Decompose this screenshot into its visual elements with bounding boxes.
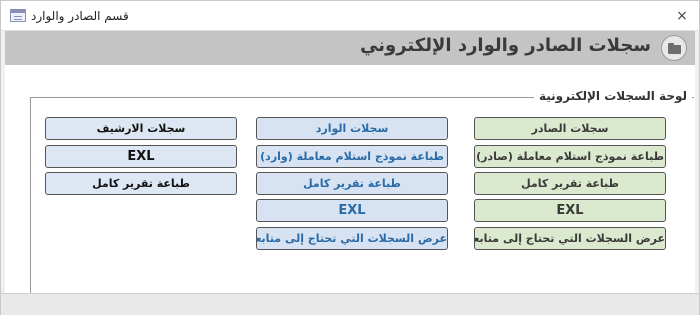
main-area: لوحة السجلات الإلكترونية سجلات الصادر طب… [5,65,695,315]
title-bar: قسم الصادر والوارد × [1,1,699,31]
archive-exl-button[interactable]: EXL [45,145,237,168]
status-bar [1,293,699,315]
header-bar: سجلات الصادر والوارد الإلكتروني [5,31,695,65]
outgoing-exl-button[interactable]: EXL [474,199,666,222]
window-title: قسم الصادر والوارد [31,9,129,23]
print-incoming-receipt-button[interactable]: طباعة نموذج استلام معاملة (وارد) [256,145,448,168]
panel-legend: لوحة السجلات الإلكترونية [534,89,692,103]
app-window: قسم الصادر والوارد × سجلات الصادر والوار… [0,0,700,315]
archive-records-button[interactable]: سجلات الارشيف [45,117,237,140]
incoming-followup-button[interactable]: عرض السجلات التي تحتاج إلى متابعة [256,227,448,250]
page-title: سجلات الصادر والوارد الإلكتروني [360,35,651,56]
outgoing-followup-button[interactable]: عرض السجلات التي تحتاج إلى متابعة [474,227,666,250]
outgoing-records-button[interactable]: سجلات الصادر [474,117,666,140]
incoming-exl-button[interactable]: EXL [256,199,448,222]
outgoing-full-report-button[interactable]: طباعة تقرير كامل [474,172,666,195]
archive-full-report-button[interactable]: طباعة تقرير كامل [45,172,237,195]
print-outgoing-receipt-button[interactable]: طباعة نموذج استلام معاملة (صادر) [474,145,666,168]
folder-icon [661,35,687,61]
incoming-records-button[interactable]: سجلات الوارد [256,117,448,140]
close-icon[interactable]: × [673,7,691,25]
form-icon [10,9,26,22]
incoming-full-report-button[interactable]: طباعة تقرير كامل [256,172,448,195]
